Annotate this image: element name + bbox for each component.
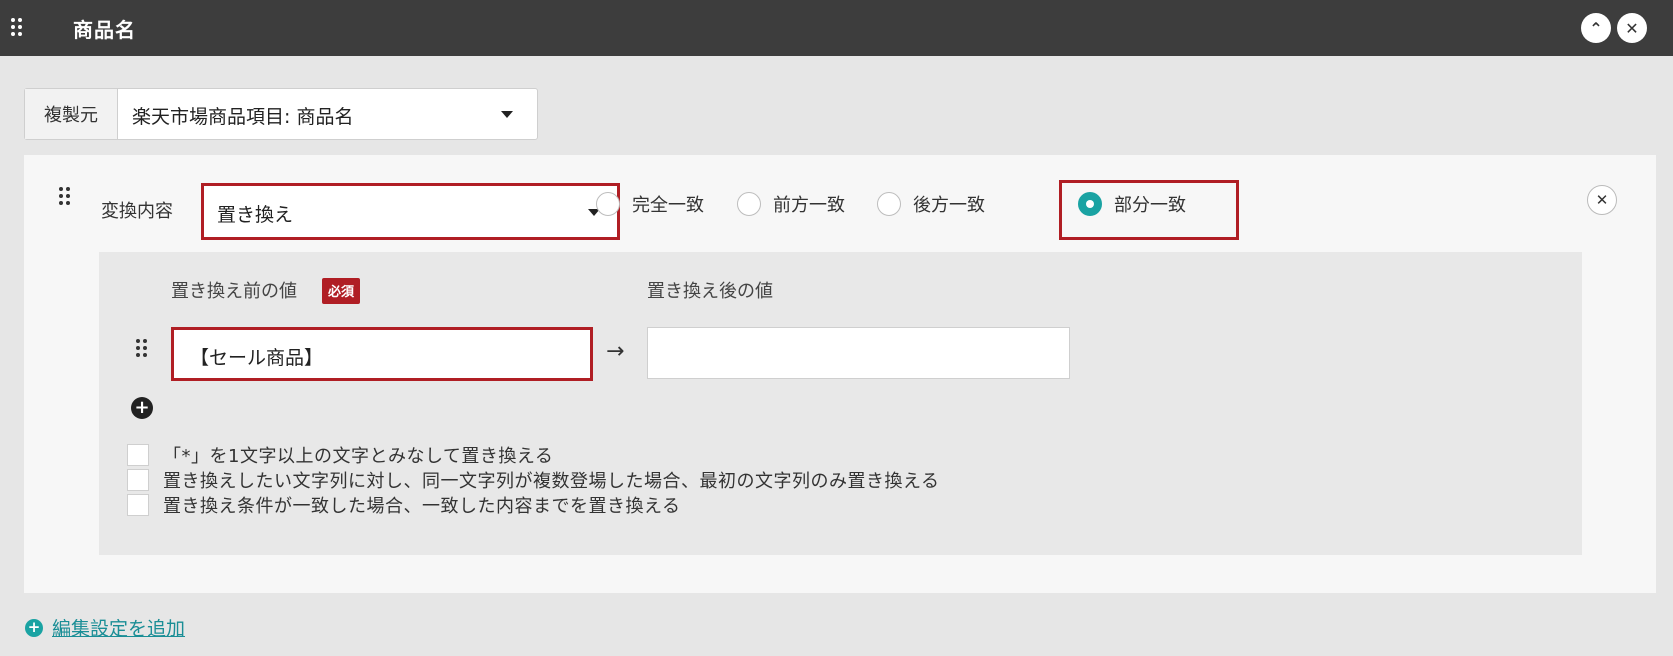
option-label: 「*」を1文字以上の文字とみなして置き換える: [163, 446, 554, 467]
after-value-input[interactable]: [647, 327, 1070, 379]
before-value-input[interactable]: 【セール商品】: [171, 327, 593, 381]
radio-circle-checked: [1078, 192, 1102, 216]
plus-icon: +: [134, 397, 150, 418]
radio-suffix-match[interactable]: 後方一致: [877, 191, 985, 217]
checkbox[interactable]: [127, 494, 149, 516]
close-icon: ✕: [1625, 18, 1639, 38]
checkbox[interactable]: [127, 444, 149, 466]
source-label: 複製元: [25, 89, 118, 139]
radio-circle: [596, 192, 620, 216]
option-wildcard-checkbox[interactable]: 「*」を1文字以上の文字とみなして置き換える: [127, 442, 553, 468]
add-edit-setting-label: 編集設定を追加: [52, 618, 186, 640]
panel-header: 商品名 ⌃ ✕: [0, 0, 1673, 56]
radio-prefix-match[interactable]: 前方一致: [737, 191, 845, 217]
radio-partial-match[interactable]: 部分一致: [1078, 191, 1186, 217]
edit-setting-card: 変換内容 置き換え 完全一致 前方一致 後方一致 部分一致 ✕ 置き換え前の値 …: [24, 155, 1656, 593]
chevron-down-icon: [501, 111, 513, 118]
arrow-right-icon: →: [606, 339, 625, 364]
after-value-label: 置き換え後の値: [647, 281, 773, 302]
drag-handle-icon[interactable]: [11, 18, 22, 36]
close-button[interactable]: ✕: [1617, 13, 1647, 43]
close-icon: ✕: [1595, 191, 1609, 209]
add-edit-setting-link[interactable]: + 編集設定を追加: [25, 614, 185, 641]
collapse-button[interactable]: ⌃: [1581, 13, 1611, 43]
option-until-match-checkbox[interactable]: 置き換え条件が一致した場合、一致した内容までを置き換える: [127, 492, 680, 518]
transform-select[interactable]: 置き換え: [201, 183, 620, 240]
radio-label: 後方一致: [913, 195, 985, 216]
radio-label: 前方一致: [773, 195, 845, 216]
plus-circle-icon: +: [25, 618, 43, 637]
radio-label: 部分一致: [1114, 195, 1186, 216]
drag-handle-icon[interactable]: [136, 339, 147, 357]
radio-exact-match[interactable]: 完全一致: [596, 191, 704, 217]
option-first-only-checkbox[interactable]: 置き換えしたい文字列に対し、同一文字列が複数登場した場合、最初の文字列のみ置き換…: [127, 467, 939, 493]
radio-circle: [877, 192, 901, 216]
replace-settings-panel: 置き換え前の値 必須 置き換え後の値 【セール商品】 → + 「*」を1文字以上…: [99, 252, 1582, 555]
remove-setting-button[interactable]: ✕: [1587, 185, 1617, 215]
transform-label: 変換内容: [101, 201, 173, 222]
required-badge: 必須: [322, 278, 361, 304]
option-label: 置き換えしたい文字列に対し、同一文字列が複数登場した場合、最初の文字列のみ置き換…: [163, 471, 940, 492]
source-select[interactable]: 複製元 楽天市場商品項目: 商品名: [24, 88, 538, 140]
radio-label: 完全一致: [632, 195, 704, 216]
source-value: 楽天市場商品項目: 商品名: [132, 106, 354, 128]
chevron-up-icon: ⌃: [1589, 18, 1603, 38]
panel-title: 商品名: [73, 18, 136, 42]
drag-handle-icon[interactable]: [59, 187, 70, 205]
before-value-label: 置き換え前の値: [171, 281, 297, 302]
add-row-button[interactable]: +: [131, 397, 153, 419]
option-label: 置き換え条件が一致した場合、一致した内容までを置き換える: [163, 496, 681, 517]
checkbox[interactable]: [127, 469, 149, 491]
radio-circle: [737, 192, 761, 216]
transform-value: 置き換え: [217, 204, 294, 226]
